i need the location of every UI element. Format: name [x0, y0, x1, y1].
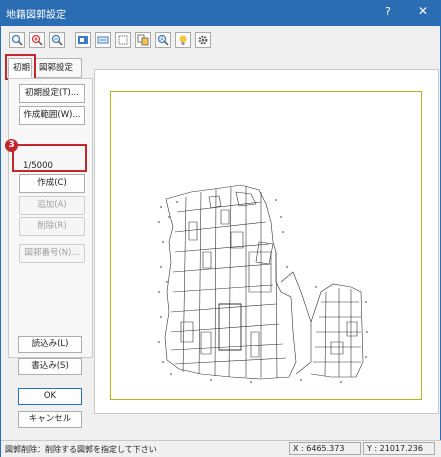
cancel-button[interactable]: キャンセル: [18, 411, 82, 428]
settings-panel: 初期設定(T)... 作成範囲(W)... 1/5000 作成(C) 追加(A)…: [8, 78, 93, 358]
delete-button[interactable]: 削除(R): [19, 217, 85, 236]
help-button[interactable]: ?: [385, 5, 391, 18]
range-icon[interactable]: [115, 32, 131, 48]
initial-settings-button[interactable]: 初期設定(T)...: [19, 84, 85, 103]
load-button[interactable]: 読込み(L): [18, 336, 82, 353]
move-icon[interactable]: [95, 32, 111, 48]
close-button[interactable]: ✕: [418, 4, 428, 18]
create-range-button[interactable]: 作成範囲(W)...: [19, 106, 85, 125]
zoom-in-icon[interactable]: [29, 32, 45, 48]
x-coordinate: X : 6465.373: [289, 442, 361, 455]
frame-icon[interactable]: [75, 32, 91, 48]
gear-icon[interactable]: [195, 32, 211, 48]
save-button[interactable]: 書込み(S): [18, 358, 82, 375]
tab-highlight-box: [5, 54, 36, 80]
add-button[interactable]: 追加(A): [19, 196, 85, 215]
bulb-icon[interactable]: [175, 32, 191, 48]
svg-text:A: A: [160, 37, 164, 43]
tab-frame-settings[interactable]: 図郭設定: [34, 58, 82, 78]
step-badge: 3: [5, 139, 18, 152]
zoom-out-icon[interactable]: [49, 32, 65, 48]
copy-frame-icon[interactable]: [135, 32, 151, 48]
status-message: 図郭削除：削除する図郭を指定して下さい: [5, 445, 157, 454]
frame-number-button[interactable]: 図郭番号(N)...: [19, 244, 85, 263]
paper-frame: [110, 91, 422, 400]
zoom-fit-icon[interactable]: [9, 32, 25, 48]
parcel-map-drawing: [158, 184, 368, 383]
dialog-body: A 初期 図郭設定 初期設定(T)... 作成範囲(W)... 1/5000 作…: [0, 26, 441, 457]
y-coordinate: Y : 21017.236: [363, 442, 435, 455]
status-bar: 図郭削除：削除する図郭を指定して下さい X : 6465.373 Y : 210…: [1, 440, 441, 457]
map-preview[interactable]: [94, 69, 439, 414]
create-button[interactable]: 作成(C): [19, 174, 85, 193]
search-zoom-icon[interactable]: A: [155, 32, 171, 48]
title-bar: 地籍図郭設定 ? ✕: [0, 0, 441, 26]
create-highlight-box: [12, 144, 87, 172]
ok-button[interactable]: OK: [18, 388, 82, 405]
window-title: 地籍図郭設定: [6, 10, 66, 21]
